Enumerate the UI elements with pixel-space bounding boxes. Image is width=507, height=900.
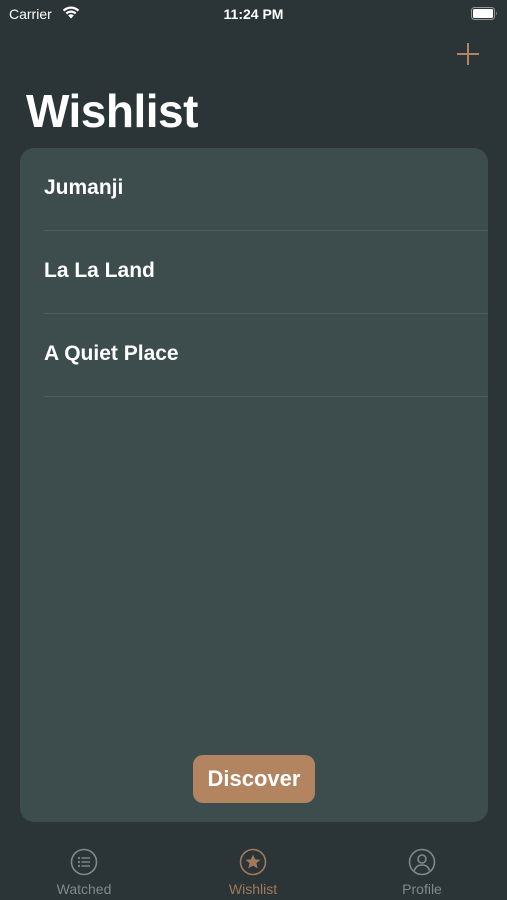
app-screen: Carrier 11:24 PM Wishlist Jumanji La La …: [0, 0, 507, 900]
person-circle-icon: [408, 848, 436, 876]
plus-icon[interactable]: [452, 38, 484, 70]
star-circle-icon: [239, 848, 267, 876]
status-bar: Carrier 11:24 PM: [0, 0, 507, 30]
list-item[interactable]: A Quiet Place: [20, 314, 488, 397]
tab-label: Profile: [402, 881, 442, 897]
tab-label: Watched: [56, 881, 112, 897]
page-title: Wishlist: [26, 85, 198, 137]
list-item[interactable]: La La Land: [20, 231, 488, 314]
list-circle-icon: [70, 848, 98, 876]
discover-button[interactable]: Discover: [193, 755, 315, 803]
tab-label: Wishlist: [228, 881, 278, 897]
tab-bar: Watched Wishlist Profile: [0, 838, 507, 900]
wishlist-card: Jumanji La La Land A Quiet Place Discove…: [20, 148, 488, 822]
battery-icon: [471, 7, 497, 20]
list-item-label: La La Land: [44, 259, 155, 282]
tab-watched[interactable]: Watched: [24, 838, 144, 900]
tab-wishlist[interactable]: Wishlist: [193, 838, 313, 900]
list-item-label: Jumanji: [44, 176, 124, 199]
divider: [44, 396, 488, 397]
tab-profile[interactable]: Profile: [362, 838, 482, 900]
status-time: 11:24 PM: [223, 6, 284, 22]
list-item-label: A Quiet Place: [44, 342, 179, 365]
list-item[interactable]: Jumanji: [20, 148, 488, 231]
